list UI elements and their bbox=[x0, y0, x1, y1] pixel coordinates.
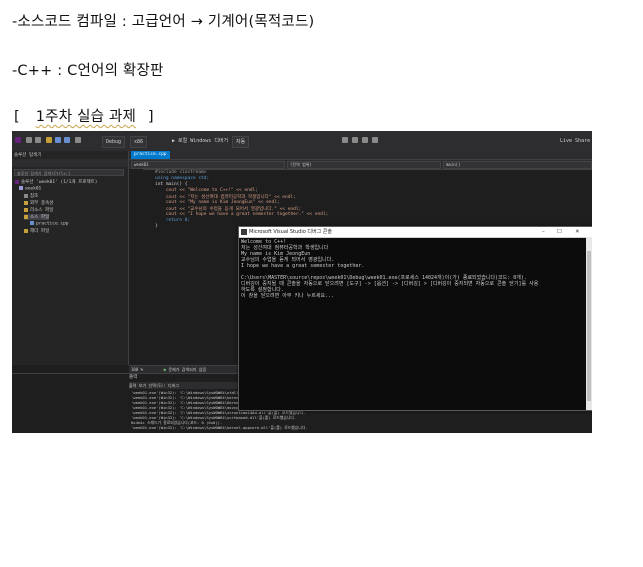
run-debugger-button[interactable]: ▶ 로컬 Windows 디버거 bbox=[172, 136, 228, 146]
nav-function-dropdown[interactable]: main() bbox=[443, 161, 592, 169]
solution-explorer-title: 솔루션 탐색기 bbox=[14, 153, 42, 158]
editor-navbar: week01 (전역 범위) main() bbox=[129, 159, 592, 170]
folder-icon bbox=[24, 214, 28, 219]
heading-text: 1주차 실습 과제 bbox=[35, 109, 137, 125]
solution-search-input[interactable]: 솔루션 탐색기 검색(Ctrl+;) bbox=[14, 169, 124, 176]
solution-explorer: 솔루션 탐색기 솔루션 탐색기 검색(Ctrl+;) 솔루션 'week01' … bbox=[12, 151, 129, 365]
bookmark-icon[interactable] bbox=[372, 137, 378, 143]
console-titlebar[interactable]: Microsoft Visual Studio 디버그 콘솔 – ☐ ✕ bbox=[239, 227, 592, 238]
toolbar-button-icon[interactable] bbox=[342, 137, 348, 143]
live-share-button[interactable]: Live Share bbox=[560, 136, 590, 146]
solution-icon bbox=[15, 179, 19, 184]
assignment-heading: [ 1주차 실습 과제 ] bbox=[12, 105, 156, 126]
tree-item-references[interactable]: 참조 bbox=[24, 193, 38, 199]
code-line: cout << "I hope we have a great semester… bbox=[155, 212, 329, 217]
code-line: return 0; bbox=[155, 218, 191, 223]
forward-icon[interactable] bbox=[35, 137, 41, 143]
heading-bracket-close: ] bbox=[146, 109, 156, 125]
vs-logo-icon bbox=[15, 137, 21, 143]
code-line: cout << "Welcome to C++!" << endl; bbox=[155, 188, 258, 193]
output-line: 'week01.exe'(Win32): 'C:\Windows\SysWOW6… bbox=[131, 425, 308, 430]
tree-item-header-files[interactable]: 헤더 파일 bbox=[24, 228, 49, 234]
console-app-icon bbox=[241, 229, 247, 235]
code-line: } bbox=[155, 224, 158, 229]
heading-bracket-open: [ bbox=[12, 109, 21, 125]
folder-icon bbox=[24, 228, 28, 233]
solution-explorer-toolbar bbox=[12, 159, 128, 167]
console-line: 디버깅이 중지될 때 콘솔을 자동으로 닫으려면 [도구] -> [옵션] ->… bbox=[241, 281, 539, 287]
back-icon[interactable] bbox=[26, 137, 32, 143]
issues-status: 문제가 검색되지 않음 bbox=[168, 367, 207, 372]
console-title: Microsoft Visual Studio 디버그 콘솔 bbox=[249, 229, 332, 235]
tab-practice-cpp[interactable]: practice.cpp bbox=[131, 151, 170, 159]
save-icon[interactable] bbox=[55, 137, 61, 143]
nav-project-dropdown[interactable]: week01 bbox=[131, 161, 285, 169]
code-line: int main() { bbox=[155, 182, 188, 187]
editor-tabs: practice.cpp bbox=[129, 151, 592, 159]
tree-item-project[interactable]: week01 bbox=[19, 186, 41, 192]
code-line: cout << "My name is Kim JeongEun" << end… bbox=[155, 200, 280, 205]
config-dropdown[interactable]: Debug bbox=[102, 136, 126, 148]
minimize-button[interactable]: – bbox=[542, 228, 545, 236]
platform-dropdown[interactable]: x86 bbox=[130, 136, 148, 148]
line-cpp-definition: -C++ : C언어의 확장판 bbox=[12, 63, 164, 79]
code-line: #include <iostream> bbox=[155, 170, 207, 175]
tree-item-external-deps[interactable]: 외부 종속성 bbox=[24, 200, 53, 206]
close-button[interactable]: ✕ bbox=[575, 228, 580, 236]
console-scroll-thumb[interactable] bbox=[587, 251, 591, 401]
folder-icon bbox=[24, 200, 28, 205]
vs-toolbar: Debug x86 ▶ 로컬 Windows 디버거 자동 Live Share bbox=[12, 131, 592, 152]
folder-icon bbox=[24, 207, 28, 212]
console-output: Welcome to C++! 저는 성신여대 컴퓨터공학과 학생입니다 My … bbox=[241, 239, 581, 299]
save-all-icon[interactable] bbox=[64, 137, 70, 143]
cpp-file-icon bbox=[30, 221, 34, 225]
tree-item-solution[interactable]: 솔루션 'week01' (1/1개 프로젝트) bbox=[15, 179, 97, 185]
check-icon: ● bbox=[163, 367, 166, 372]
references-icon bbox=[24, 193, 28, 198]
tree-item-practice-cpp[interactable]: practice.cpp bbox=[30, 221, 69, 227]
visual-studio-screenshot: Debug x86 ▶ 로컬 Windows 디버거 자동 Live Share… bbox=[12, 131, 592, 433]
console-line: 이 창을 닫으려면 아무 키나 누르세요... bbox=[241, 293, 335, 299]
zoom-level[interactable]: 100 % bbox=[131, 367, 143, 372]
line-compile-definition: -소스코드 컴파일 : 고급언어 → 기계어(목적코드) bbox=[12, 14, 315, 30]
open-folder-icon[interactable] bbox=[46, 137, 52, 143]
debug-console-window[interactable]: Microsoft Visual Studio 디버그 콘솔 – ☐ ✕ Wel… bbox=[238, 226, 592, 411]
tree-item-source-files[interactable]: 소스 파일 bbox=[24, 214, 50, 220]
project-icon bbox=[19, 186, 23, 190]
output-title: 출력 bbox=[129, 375, 138, 380]
maximize-button[interactable]: ☐ bbox=[557, 228, 562, 236]
toolbar-button-icon[interactable] bbox=[362, 137, 368, 143]
console-scrollbar[interactable] bbox=[586, 237, 592, 410]
code-line: using namespace std; bbox=[155, 176, 210, 181]
nav-scope-dropdown[interactable]: (전역 범위) bbox=[287, 161, 441, 169]
undo-icon[interactable] bbox=[75, 137, 81, 143]
editor-gutter bbox=[129, 169, 143, 349]
auto-dropdown[interactable]: 자동 bbox=[232, 136, 250, 148]
tree-item-resource-files[interactable]: 리소스 파일 bbox=[24, 207, 53, 213]
toolbar-button-icon[interactable] bbox=[352, 137, 358, 143]
